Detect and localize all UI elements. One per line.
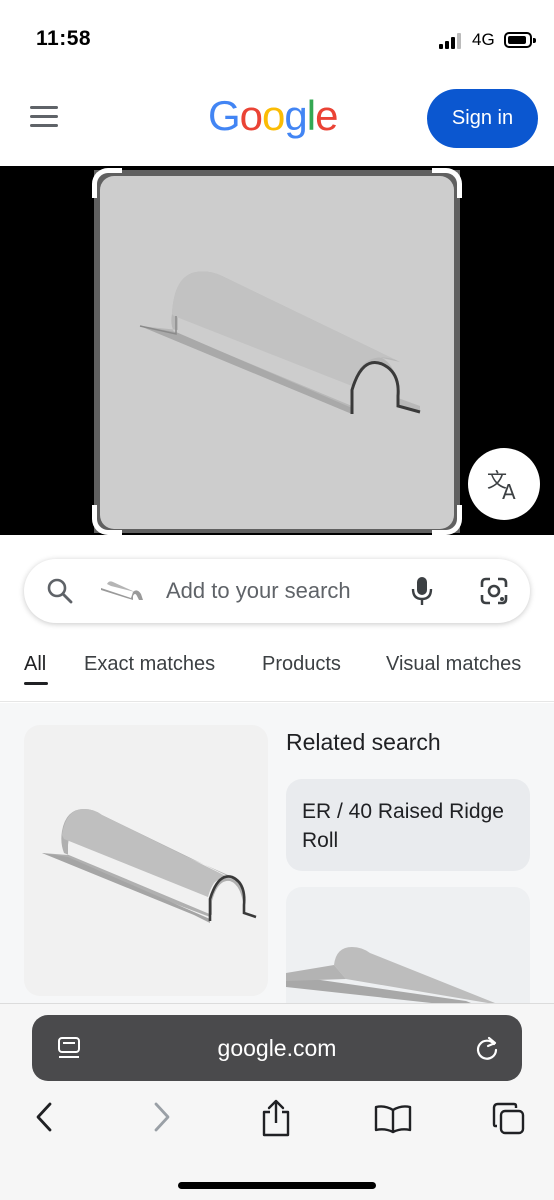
hamburger-menu-icon[interactable]	[30, 106, 58, 128]
query-image	[100, 176, 454, 529]
svg-text:A: A	[502, 480, 516, 501]
logo-letter: o	[262, 92, 285, 139]
related-result-image	[286, 947, 495, 1003]
back-icon[interactable]	[32, 1101, 56, 1133]
forward-icon[interactable]	[150, 1101, 174, 1133]
related-search-title: Related search	[286, 729, 441, 755]
translate-icon: 文 A	[487, 468, 516, 501]
google-logo[interactable]: Google	[208, 92, 338, 140]
tab-products[interactable]: Products	[262, 653, 341, 676]
logo-letter: e	[315, 92, 338, 139]
status-bar: 11:58 4G	[0, 0, 554, 80]
sign-in-button[interactable]: Sign in	[427, 89, 538, 148]
related-search-chip[interactable]: ER / 40 Raised Ridge Roll	[286, 779, 530, 871]
query-thumbnail[interactable]	[99, 576, 145, 606]
result-image	[42, 809, 257, 923]
tab-exact-matches[interactable]: Exact matches	[84, 653, 215, 676]
ridge-roll-image	[139, 271, 421, 414]
search-input[interactable]: Add to your search	[166, 578, 351, 604]
results-area: Related search ER / 40 Raised Ridge Roll	[0, 703, 554, 1003]
battery-icon	[504, 32, 536, 48]
tab-all[interactable]: All	[24, 653, 46, 676]
reload-icon	[476, 1036, 498, 1060]
google-lens-icon	[480, 577, 508, 605]
translate-button[interactable]: 文 A	[468, 448, 540, 520]
url-text[interactable]: google.com	[32, 1035, 522, 1062]
browser-toolbar: google.com	[0, 1003, 554, 1200]
logo-letter: G	[208, 92, 241, 139]
logo-letter: o	[239, 92, 263, 139]
share-icon[interactable]	[260, 1098, 292, 1138]
signal-icon	[439, 33, 465, 49]
image-preview-area: 文 A	[0, 166, 554, 535]
results-tabs: All Exact matches Products Visual matche…	[0, 640, 554, 702]
active-tab-indicator	[24, 682, 48, 685]
crop-box[interactable]	[92, 168, 462, 535]
mic-icon	[411, 577, 433, 605]
header: Google Sign in	[0, 80, 554, 166]
network-label: 4G	[472, 30, 495, 49]
tabs-icon[interactable]	[492, 1102, 526, 1136]
bookmarks-icon[interactable]	[374, 1104, 412, 1134]
status-time: 11:58	[36, 27, 92, 50]
address-bar[interactable]: google.com	[32, 1015, 522, 1081]
tab-visual-matches[interactable]: Visual matches	[386, 653, 521, 676]
logo-letter: g	[284, 92, 307, 139]
search-bar[interactable]: Add to your search	[24, 559, 530, 623]
related-result-card[interactable]	[286, 887, 530, 1003]
logo-letter: l	[306, 92, 316, 139]
home-indicator	[178, 1182, 376, 1189]
search-icon	[47, 578, 73, 604]
result-card[interactable]	[24, 725, 268, 996]
